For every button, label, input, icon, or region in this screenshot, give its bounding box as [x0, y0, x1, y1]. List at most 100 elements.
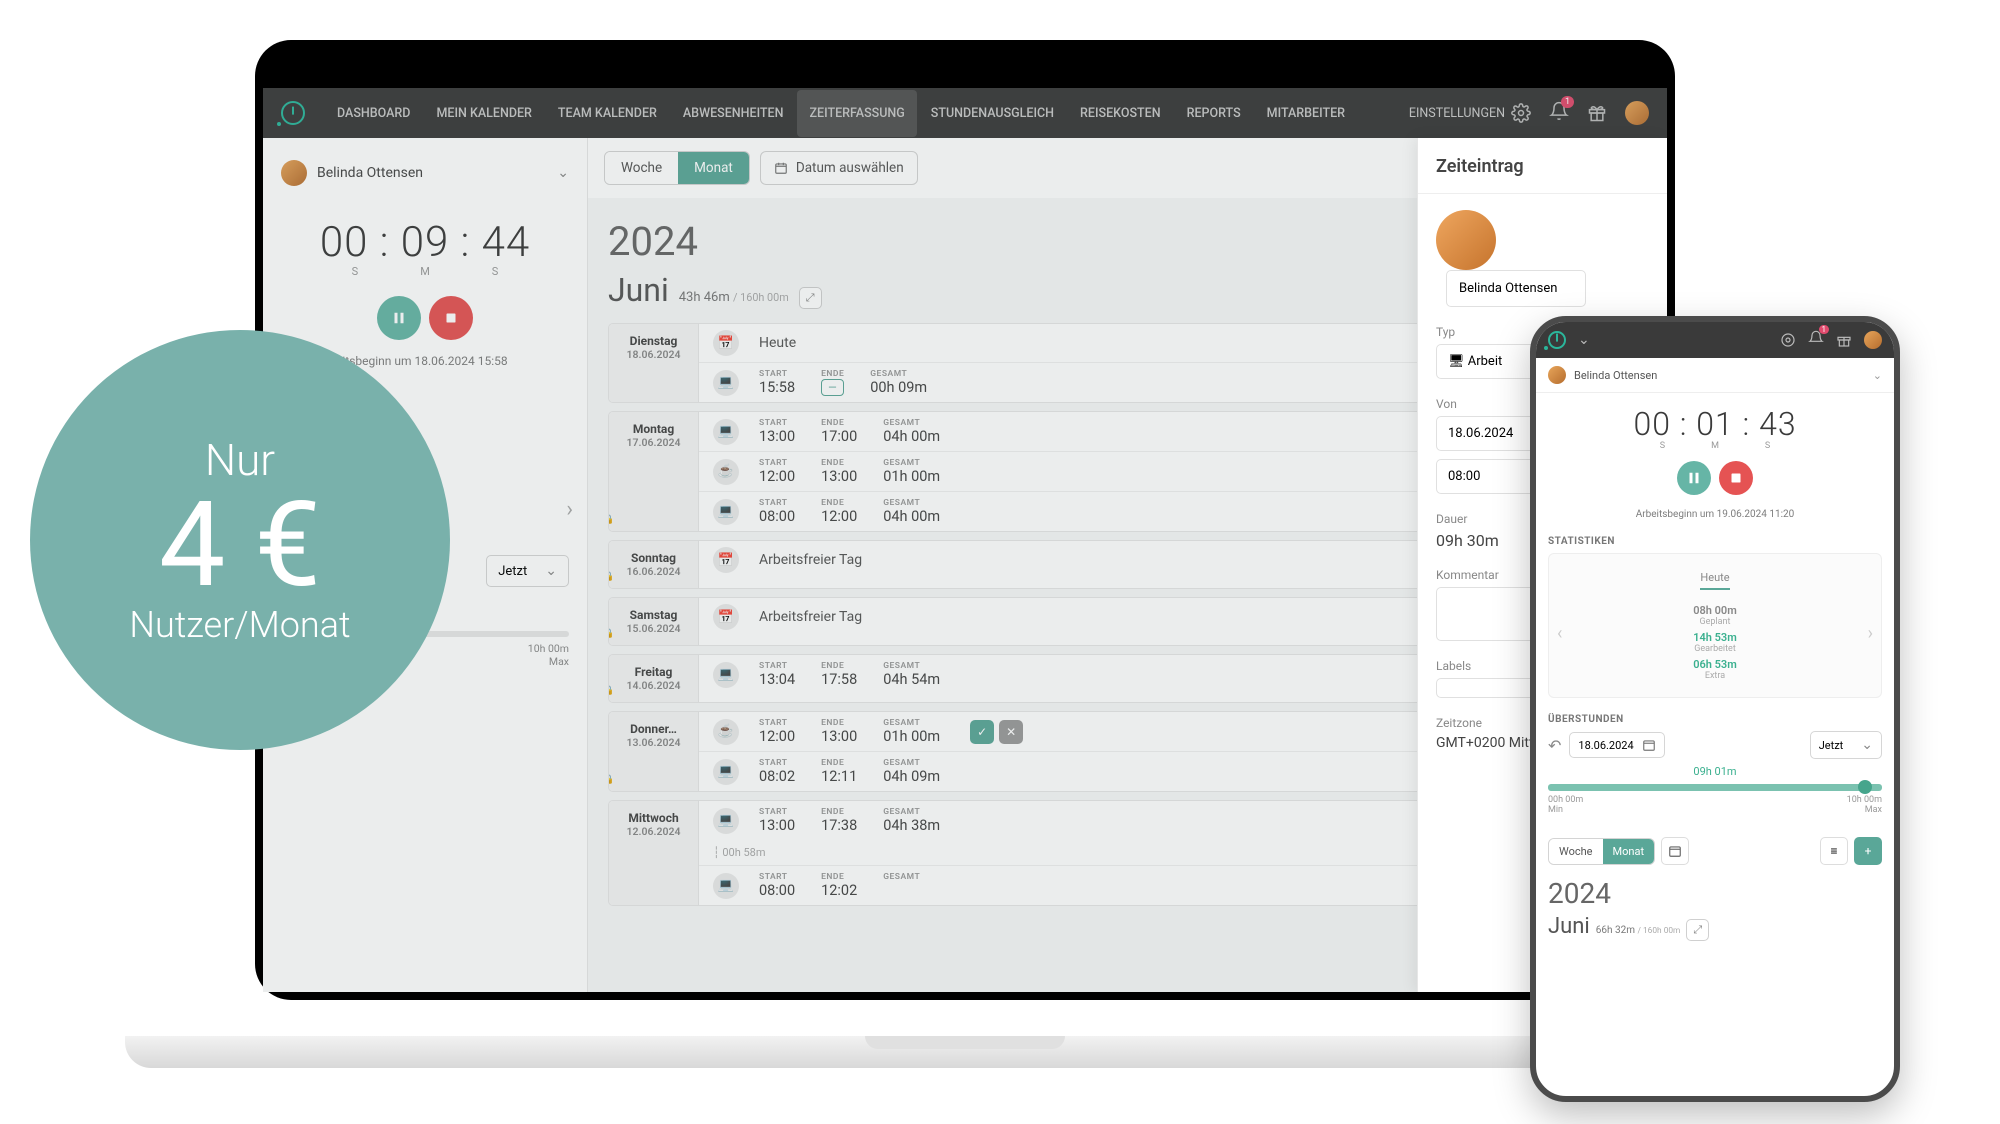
nav-link[interactable]: REISEKOSTEN	[1068, 90, 1173, 137]
calendar-icon	[1642, 738, 1656, 752]
stats-tab[interactable]: Heute	[1700, 571, 1729, 590]
undo-icon[interactable]: ↶	[1548, 736, 1561, 755]
laptop-frame: DASHBOARDMEIN KALENDERTEAM KALENDERABWES…	[230, 40, 1700, 1050]
month-button[interactable]: Monat	[678, 152, 749, 184]
lock-icon: 🔒	[608, 572, 614, 582]
settings-label: EINSTELLUNGEN	[1409, 106, 1505, 121]
panel-title: Zeiteintrag	[1436, 156, 1649, 177]
notifications-button[interactable]: 1	[1549, 101, 1569, 125]
week-button[interactable]: Woche	[1549, 839, 1603, 864]
phone-frame: ⌄ 1 Belinda Ottensen ⌄ 00 : 01 : 43 SMS …	[1530, 316, 1900, 1102]
overtime-bar[interactable]	[1548, 784, 1882, 791]
avatar	[281, 160, 307, 186]
jetzt-select[interactable]: Jetzt⌄	[486, 555, 569, 587]
laptop-icon: 💻	[713, 370, 739, 396]
timer: 00 : 09 : 44 SMS itsbeginn um 18.06.2024…	[281, 218, 569, 368]
gear-icon[interactable]	[1780, 332, 1796, 348]
phone-stats-section: STATISTIKEN ‹ › Heute 08h 00mGeplant14h …	[1536, 528, 1894, 706]
day-header: Dienstag18.06.2024	[609, 324, 699, 402]
stats-card: ‹ › Heute 08h 00mGeplant14h 53mGearbeite…	[1548, 553, 1882, 698]
week-button[interactable]: Woche	[605, 152, 678, 184]
nav-link[interactable]: MEIN KALENDER	[424, 90, 543, 137]
pause-button[interactable]	[377, 296, 421, 340]
phone-user-selector[interactable]: Belinda Ottensen ⌄	[1536, 358, 1894, 393]
nav-link[interactable]: DASHBOARD	[325, 90, 422, 137]
add-button[interactable]: +	[1854, 837, 1882, 865]
laptop-icon: 💻	[713, 419, 739, 445]
cal-icon: 📅	[713, 547, 739, 573]
month-button[interactable]: Monat	[1603, 839, 1655, 864]
phone-timer: 00 : 01 : 43 SMS Arbeitsbeginn um 19.06.…	[1536, 393, 1894, 528]
app-logo-icon[interactable]	[281, 101, 305, 125]
expand-button[interactable]: ⤢	[1686, 919, 1709, 941]
chevron-down-icon[interactable]: ⌄	[1578, 332, 1590, 348]
avatar[interactable]	[1625, 101, 1649, 125]
laptop-icon: 💻	[713, 499, 739, 525]
laptop-screen: DASHBOARDMEIN KALENDERTEAM KALENDERABWES…	[255, 40, 1675, 1000]
gear-icon	[1511, 103, 1531, 123]
phone-stat: 14h 53mGearbeitet	[1561, 631, 1869, 654]
day-header: Freitag14.06.2024🔒	[609, 655, 699, 702]
timer-digits: 00 : 09 : 44	[281, 218, 569, 267]
expand-button[interactable]: ⤢	[799, 287, 822, 309]
jetzt-select[interactable]: Jetzt⌄	[1810, 731, 1882, 759]
filter-button[interactable]: ≡	[1820, 837, 1848, 865]
notifications-button[interactable]: 1	[1808, 330, 1824, 350]
next-arrow[interactable]: ›	[1868, 623, 1873, 644]
overtime-title: ÜBERSTUNDEN	[1548, 714, 1882, 725]
nav-link[interactable]: TEAM KALENDER	[546, 90, 669, 137]
laptop-icon: 💻	[713, 808, 739, 834]
phone-navbar: ⌄ 1	[1536, 322, 1894, 358]
confirm-button[interactable]: ✓	[970, 720, 994, 744]
settings-link[interactable]: EINSTELLUNGEN	[1409, 103, 1531, 123]
lock-icon: 🔒	[608, 686, 614, 696]
cal-icon: 📅	[713, 604, 739, 630]
chevron-down-icon: ⌄	[557, 165, 569, 181]
lock-icon: 🔒	[608, 775, 614, 785]
year-heading: 2024	[1536, 873, 1894, 914]
nav-link[interactable]: REPORTS	[1175, 90, 1253, 137]
calendar-icon	[774, 161, 788, 175]
avatar	[1436, 210, 1496, 270]
notification-badge: 1	[1819, 325, 1830, 334]
nav-link[interactable]: ABWESENHEITEN	[671, 90, 796, 137]
stop-button[interactable]	[1719, 461, 1753, 495]
calendar-icon	[1668, 844, 1682, 858]
user-name-input[interactable]: Belinda Ottensen	[1446, 270, 1586, 307]
lock-icon: 🔒	[608, 515, 614, 525]
next-arrow[interactable]: ›	[566, 497, 573, 522]
phone-view-toolbar: WocheMonat ≡ +	[1536, 829, 1894, 873]
cup-icon: ☕	[713, 459, 739, 485]
overtime-value: 09h 01m	[1548, 765, 1882, 778]
stop-button[interactable]	[429, 296, 473, 340]
date-picker[interactable]: 18.06.2024	[1569, 732, 1664, 758]
calendar-button[interactable]	[1661, 837, 1689, 865]
app-window: DASHBOARDMEIN KALENDERTEAM KALENDERABWES…	[263, 88, 1667, 992]
month-heading: Juni 66h 32m / 160h 00m ⤢	[1536, 914, 1894, 941]
avatar	[1548, 366, 1566, 384]
laptop-icon: 💻	[713, 759, 739, 785]
cal-icon: 📅	[713, 330, 739, 356]
prev-arrow[interactable]: ‹	[1557, 623, 1562, 644]
nav-link[interactable]: STUNDENAUSGLEICH	[919, 90, 1066, 137]
gift-icon[interactable]	[1587, 103, 1607, 123]
nav-link[interactable]: MITARBEITER	[1255, 90, 1357, 137]
nav-link[interactable]: ZEITERFASSUNG	[797, 90, 916, 137]
date-picker-button[interactable]: Datum auswählen	[760, 151, 918, 185]
phone-stat: 06h 53mExtra	[1561, 658, 1869, 681]
top-navbar: DASHBOARDMEIN KALENDERTEAM KALENDERABWES…	[263, 88, 1667, 138]
day-header: Montag17.06.2024🔒	[609, 412, 699, 531]
cancel-button[interactable]: ✕	[999, 720, 1023, 744]
phone-overtime-section: ÜBERSTUNDEN ↶ 18.06.2024 Jetzt⌄ 09h 01m …	[1536, 706, 1894, 829]
laptop-icon: 💻	[713, 662, 739, 688]
bubble-price: 4 €	[159, 486, 321, 604]
user-selector[interactable]: Belinda Ottensen ⌄	[281, 152, 569, 194]
avatar[interactable]	[1864, 331, 1882, 349]
bubble-line3: Nutzer/Monat	[129, 604, 350, 646]
gift-icon[interactable]	[1836, 332, 1852, 348]
laptop-icon: 💻	[713, 873, 739, 899]
app-logo-icon[interactable]	[1548, 331, 1566, 349]
pause-button[interactable]	[1677, 461, 1711, 495]
user-name: Belinda Ottensen	[317, 165, 547, 181]
view-segment: Woche Monat	[604, 151, 750, 185]
